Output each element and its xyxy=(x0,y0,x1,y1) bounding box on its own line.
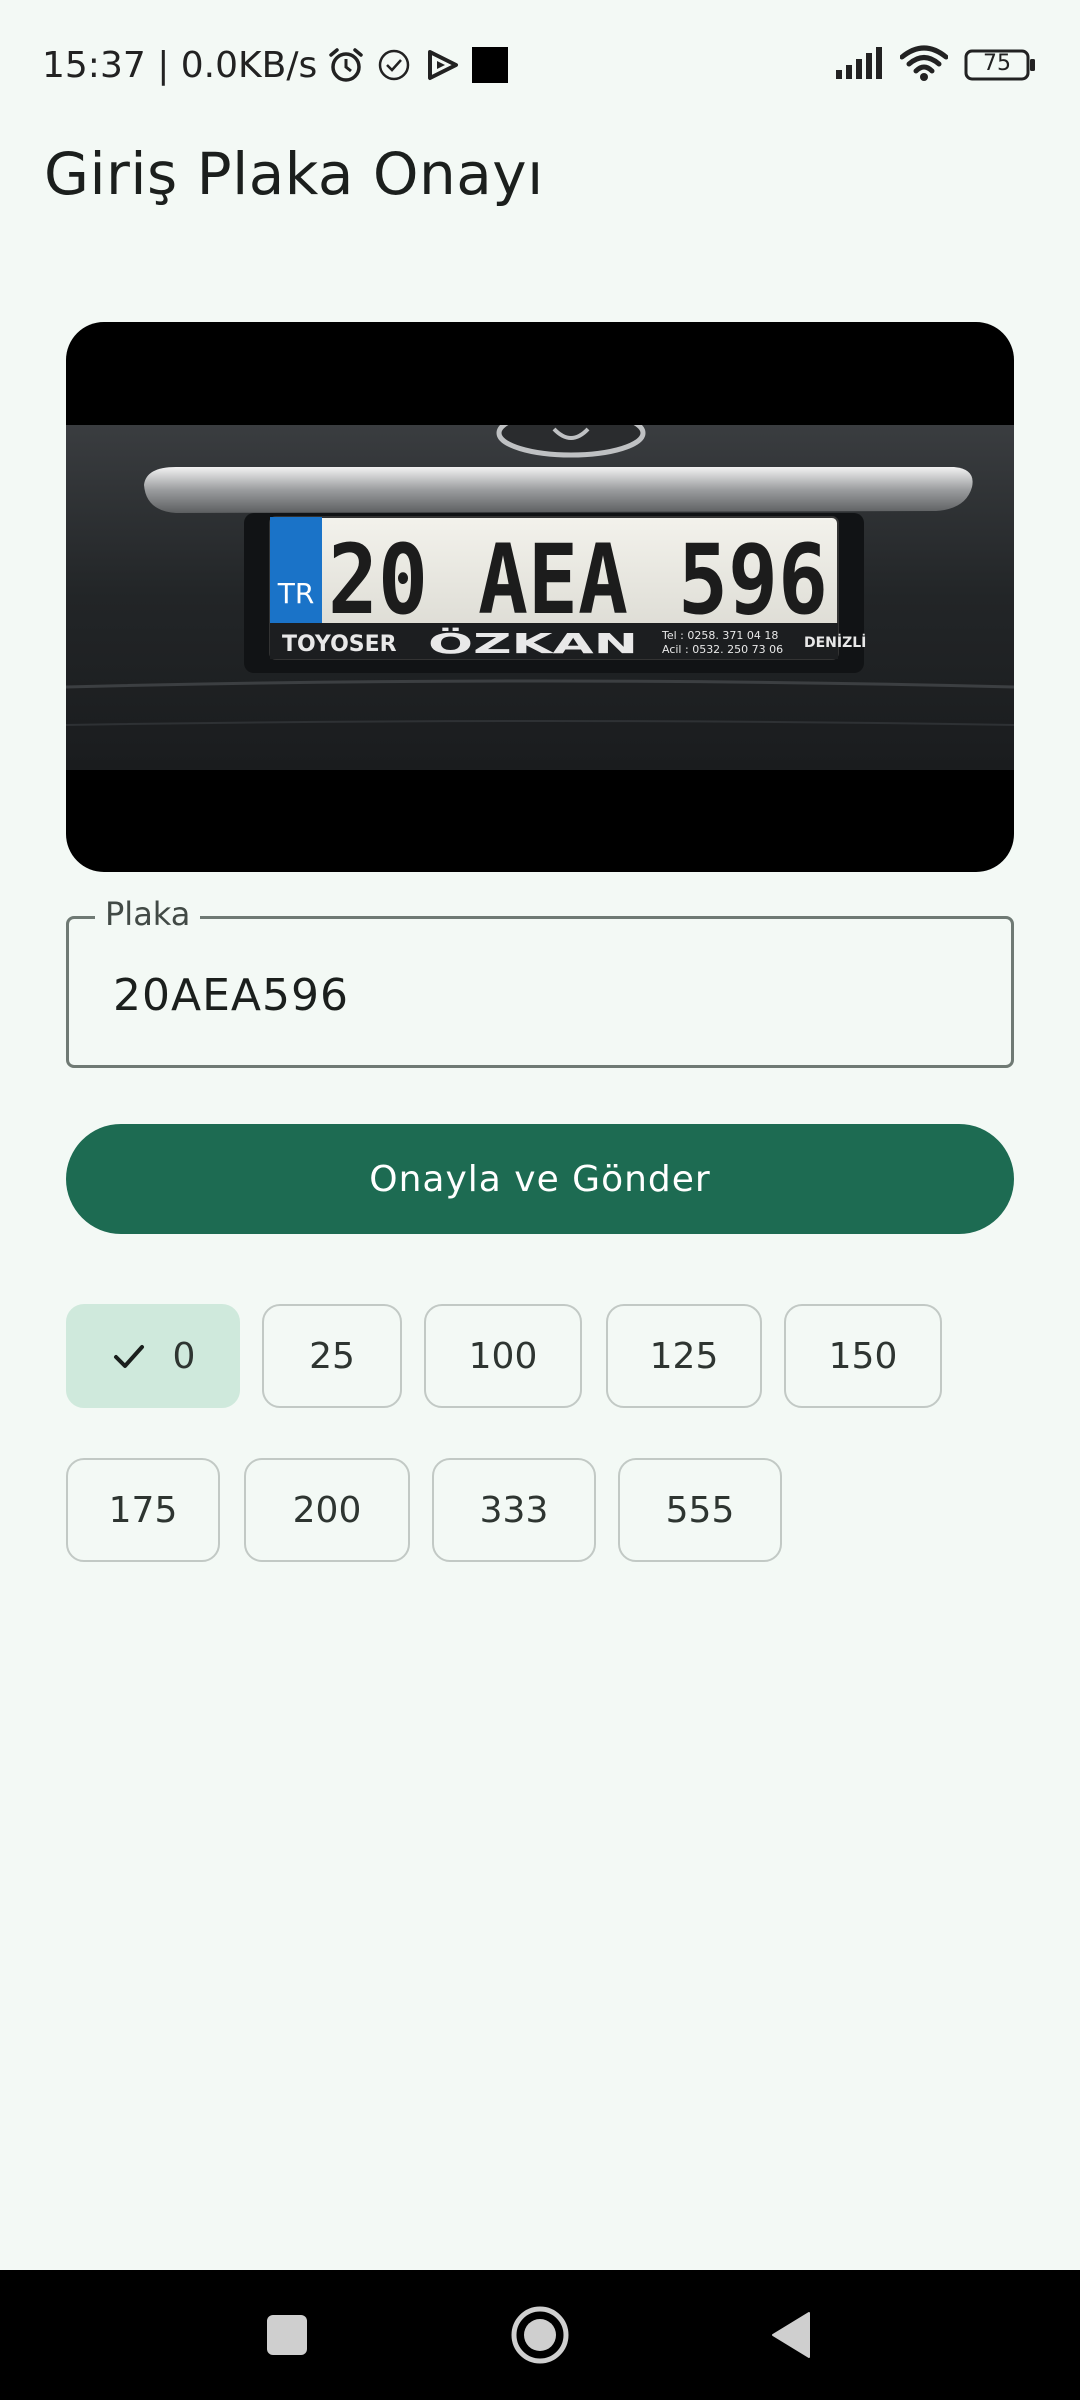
chip-label: 333 xyxy=(479,1489,549,1531)
chip-label: 100 xyxy=(468,1335,538,1377)
chip-200[interactable]: 200 xyxy=(244,1458,410,1562)
battery-icon: 75 xyxy=(964,49,1036,81)
plate-country-code: TR xyxy=(277,577,315,610)
chip-label: 150 xyxy=(828,1335,898,1377)
navigation-bar xyxy=(0,2270,1080,2400)
confirm-and-send-button[interactable]: Onayla ve Gönder xyxy=(66,1124,1014,1234)
status-right: 75 xyxy=(834,45,1036,85)
chip-label: 25 xyxy=(309,1335,355,1377)
alarm-icon xyxy=(327,46,365,84)
status-left: 15:37 | 0.0KB/s xyxy=(42,45,509,86)
frame-brand: TOYOSER xyxy=(282,632,397,657)
plate-field-label: Plaka xyxy=(95,895,201,933)
plate-number-in-photo: 20 AEA 596 xyxy=(328,524,828,636)
chip-label: 555 xyxy=(665,1489,735,1531)
chip-100[interactable]: 100 xyxy=(424,1304,582,1408)
frame-tel-2: Acil : 0532. 250 73 06 xyxy=(662,643,783,656)
chip-label: 200 xyxy=(292,1489,362,1531)
recents-square-icon xyxy=(267,2315,307,2355)
battery-level: 75 xyxy=(983,51,1011,76)
car-rear-image: TR 20 AEA 596 TOYOSER ÖZKAN Tel : 0258. … xyxy=(66,425,1014,770)
check-icon xyxy=(113,1345,144,1368)
play-icon xyxy=(423,46,461,84)
frame-tel-1: Tel : 0258. 371 04 18 xyxy=(661,629,778,642)
chip-label: 125 xyxy=(649,1335,719,1377)
chip-175[interactable]: 175 xyxy=(66,1458,220,1562)
chip-label: 175 xyxy=(108,1489,178,1531)
chip-0[interactable]: 0 xyxy=(66,1304,240,1408)
square-icon xyxy=(471,46,509,84)
back-triangle-icon xyxy=(772,2312,810,2358)
wifi-icon xyxy=(899,45,949,85)
chip-125[interactable]: 125 xyxy=(606,1304,762,1408)
frame-dealer: ÖZKAN xyxy=(428,626,638,660)
home-circle-icon xyxy=(511,2306,569,2364)
check-circle-icon xyxy=(375,46,413,84)
page-title: Giriş Plaka Onayı xyxy=(44,140,544,208)
plate-input[interactable] xyxy=(111,965,971,1025)
back-button[interactable] xyxy=(748,2292,834,2378)
chip-label: 0 xyxy=(172,1335,196,1377)
recents-button[interactable] xyxy=(244,2292,330,2378)
plate-photo: TR 20 AEA 596 TOYOSER ÖZKAN Tel : 0258. … xyxy=(66,322,1014,872)
status-bar: 15:37 | 0.0KB/s 75 xyxy=(0,0,1080,130)
home-button[interactable] xyxy=(497,2292,583,2378)
chip-555[interactable]: 555 xyxy=(618,1458,782,1562)
chip-25[interactable]: 25 xyxy=(262,1304,402,1408)
plate-field[interactable]: Plaka xyxy=(66,895,1014,1068)
frame-city: DENİZLİ xyxy=(804,634,866,651)
status-time-speed: 15:37 | 0.0KB/s xyxy=(42,44,318,86)
chip-150[interactable]: 150 xyxy=(784,1304,942,1408)
chip-333[interactable]: 333 xyxy=(432,1458,596,1562)
signal-icon xyxy=(834,46,884,84)
